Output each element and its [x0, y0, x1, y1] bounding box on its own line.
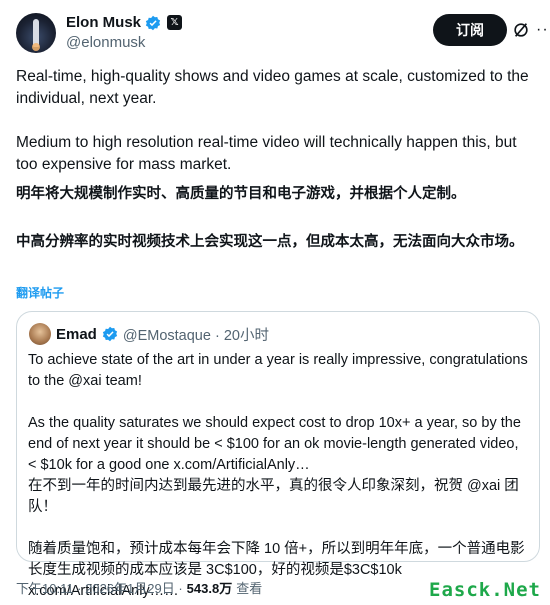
x-affiliation-icon: 𝕏	[167, 15, 183, 30]
author-avatar[interactable]	[16, 13, 56, 53]
quoted-author-name[interactable]: Emad	[56, 326, 97, 343]
tweet-zh-paragraph-2: 中高分辨率的实时视频技术上会实现这一点，但成本太高，无法面向大众市场。	[16, 234, 524, 250]
tweet-meta: 下午10:11 · 2026年1月29日 · 543.8万 查看	[16, 578, 262, 597]
tweet-en-paragraph-2: Medium to high resolution real-time vide…	[16, 134, 521, 173]
tweet-en-paragraph-1: Real-time, high-quality shows and video …	[16, 68, 533, 107]
view-count: 543.8万	[186, 581, 233, 596]
translate-post-link[interactable]: 翻译帖子	[16, 284, 64, 301]
quoted-en-paragraph-1: To achieve state of the art in under a y…	[28, 352, 532, 389]
tweet-timestamp[interactable]: 下午10:11 · 2026年1月29日 ·	[16, 578, 183, 597]
author-name-row: Elon Musk 𝕏	[66, 14, 183, 31]
quoted-body: To achieve state of the art in under a y…	[28, 350, 528, 602]
quoted-tweet[interactable]: Emad @EMostaque · 20小时 To achieve state …	[16, 311, 540, 599]
subscribe-button[interactable]: 订阅	[433, 14, 507, 46]
quoted-en-paragraph-2: As the quality saturates we should expec…	[28, 415, 525, 473]
site-watermark: Easck.Net	[426, 579, 544, 601]
grok-icon[interactable]	[512, 21, 530, 39]
tweet-zh-paragraph-1: 明年将大规模制作实时、高质量的节目和电子游戏，并根据个人定制。	[16, 186, 466, 202]
views-label: 查看	[236, 581, 263, 596]
author-name[interactable]: Elon Musk	[66, 14, 141, 31]
author-handle[interactable]: @elonmusk	[66, 34, 145, 51]
avatar-flame	[32, 43, 40, 51]
quoted-handle-time: @EMostaque · 20小时	[122, 327, 269, 344]
tweet-header: Elon Musk 𝕏 @elonmusk 订阅 ···	[16, 13, 550, 55]
quoted-zh-paragraph-1: 在不到一年的时间内达到最先进的水平，真的很令人印象深刻，祝贺 @xai 团队！	[28, 478, 519, 515]
quoted-verified-badge-icon	[102, 326, 117, 342]
tweet-text: Real-time, high-quality shows and video …	[16, 66, 536, 176]
quoted-avatar[interactable]	[29, 323, 51, 345]
quoted-header: Emad @EMostaque · 20小时	[29, 323, 269, 345]
more-options-icon[interactable]: ···	[536, 21, 550, 39]
verified-badge-icon	[145, 15, 161, 30]
